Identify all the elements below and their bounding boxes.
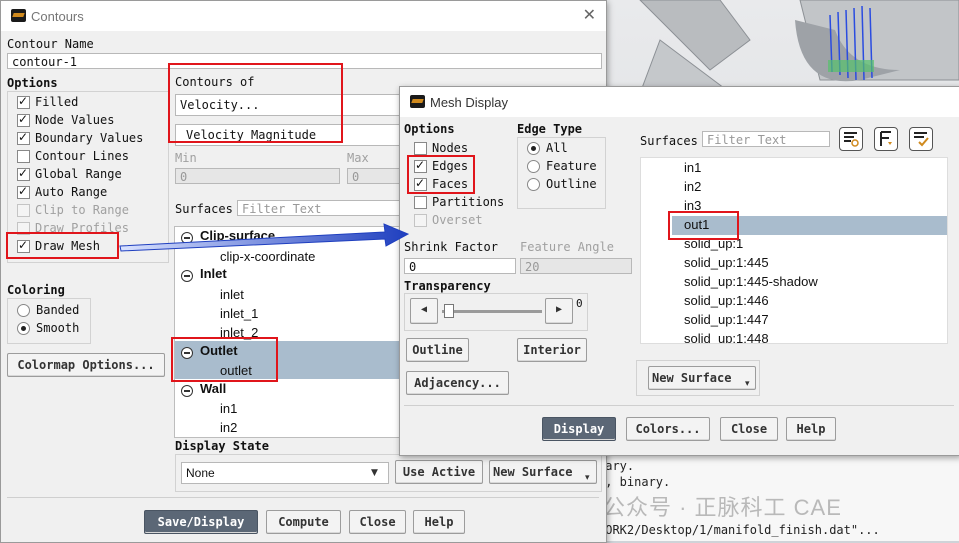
annotation-arrow: [119, 223, 410, 252]
